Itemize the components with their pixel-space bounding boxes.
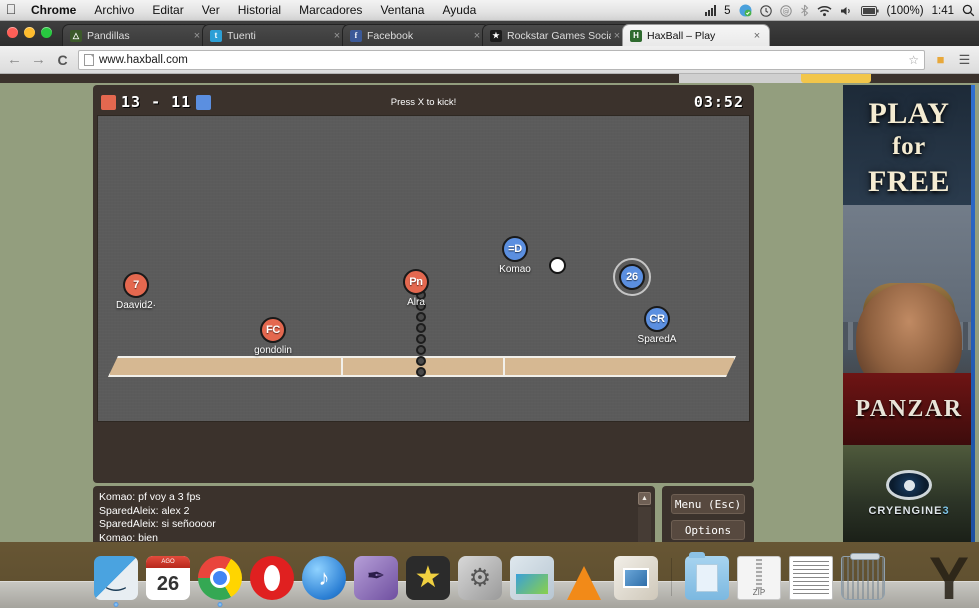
svg-text:@: @ — [782, 7, 789, 15]
tab-title: Facebook — [367, 29, 414, 42]
url-text: www.haxball.com — [99, 53, 188, 66]
clock-label[interactable]: 1:41 — [932, 5, 954, 17]
forward-arrow-icon[interactable]: → — [30, 52, 47, 67]
signal-bars-icon[interactable] — [705, 5, 717, 16]
address-bar[interactable]: www.haxball.com ☆ — [78, 49, 925, 70]
tab-title: Tuenti — [227, 29, 256, 42]
wallpaper-letter: Y — [928, 545, 969, 608]
signal-count-label: 5 — [724, 4, 731, 17]
tab-pandillas[interactable]: △ Pandillas × — [62, 24, 210, 46]
tab-strip: △ Pandillas × t Tuenti × f Facebook × ★ … — [0, 21, 979, 46]
apple-menu-icon[interactable]:  — [0, 2, 22, 18]
zoom-window-button[interactable] — [41, 27, 52, 38]
menu-editar[interactable]: Editar — [143, 0, 192, 21]
dock-icon-documents-stack[interactable] — [789, 556, 833, 600]
battery-icon[interactable] — [860, 5, 879, 16]
facebook-icon: f — [350, 29, 362, 42]
dock-icon-iphoto[interactable] — [614, 556, 658, 600]
back-arrow-icon[interactable]: ← — [6, 52, 23, 67]
pandillas-icon: △ — [70, 29, 82, 42]
dock-icon-zip-archive[interactable]: ZIP — [737, 556, 781, 600]
dock-icon-preview[interactable] — [510, 556, 554, 600]
tab-haxball[interactable]: H HaxBall – Play × — [622, 24, 770, 46]
volume-icon[interactable] — [840, 5, 853, 17]
minimize-window-button[interactable] — [24, 27, 35, 38]
tab-title: HaxBall – Play — [647, 29, 716, 42]
dock-icon-system-preferences[interactable]: ⚙ — [458, 556, 502, 600]
dock-icon-calendar[interactable]: AGO 26 — [146, 556, 190, 600]
haxball-icon: H — [630, 29, 642, 42]
menu-historial[interactable]: Historial — [229, 0, 290, 21]
mac-dock: Y AGO 26 ♪ ★ ⚙ ZIP — [0, 542, 979, 608]
zip-label: ZIP — [752, 588, 766, 597]
menu-chrome[interactable]: Chrome — [22, 0, 85, 21]
menu-marcadores[interactable]: Marcadores — [290, 0, 371, 21]
chrome-browser-window: △ Pandillas × t Tuenti × f Facebook × ★ … — [0, 21, 979, 542]
close-tab-icon[interactable]: × — [751, 30, 763, 42]
calendar-day-label: 26 — [156, 573, 180, 595]
dock-icon-chrome[interactable] — [198, 556, 242, 607]
tab-rockstar-social-club[interactable]: ★ Rockstar Games Social Clu × — [482, 24, 630, 46]
dock-items: AGO 26 ♪ ★ ⚙ ZIP — [94, 552, 885, 608]
menu-bar-status-area: 5 @ (100%) 1:41 — [705, 0, 975, 21]
reload-icon[interactable]: C — [54, 53, 71, 67]
screen:  Chrome Archivo Editar Ver Historial Ma… — [0, 0, 979, 608]
menu-archivo[interactable]: Archivo — [85, 0, 143, 21]
tab-facebook[interactable]: f Facebook × — [342, 24, 490, 46]
at-circle-icon[interactable]: @ — [779, 4, 792, 17]
time-machine-icon[interactable] — [759, 4, 772, 17]
extension-icon[interactable]: ■ — [932, 52, 949, 67]
menu-ver[interactable]: Ver — [193, 0, 229, 21]
page-icon — [84, 53, 94, 66]
menu-ventana[interactable]: Ventana — [371, 0, 433, 21]
browser-toolbar: ← → C www.haxball.com ☆ ■ ☰ — [0, 46, 979, 74]
wifi-icon[interactable] — [817, 5, 832, 17]
dock-icon-itunes[interactable]: ♪ — [302, 556, 346, 600]
bluetooth-icon[interactable] — [800, 4, 809, 17]
bookmark-star-icon[interactable]: ☆ — [908, 53, 919, 67]
battery-percent-label: (100%) — [886, 4, 924, 17]
tuenti-icon: t — [210, 29, 222, 42]
tab-title: Rockstar Games Social Clu — [507, 29, 611, 42]
window-controls[interactable] — [7, 27, 52, 38]
tab-title: Pandillas — [87, 29, 130, 42]
dock-icon-ink[interactable] — [354, 556, 398, 600]
dock-separator — [671, 558, 672, 596]
close-window-button[interactable] — [7, 27, 18, 38]
search-icon[interactable] — [962, 4, 975, 17]
menu-ayuda[interactable]: Ayuda — [433, 0, 485, 21]
rockstar-icon: ★ — [490, 29, 502, 42]
dock-icon-opera[interactable] — [250, 556, 294, 600]
dock-icon-vlc[interactable] — [562, 556, 606, 600]
dock-icon-trash[interactable] — [841, 553, 885, 600]
chrome-menu-icon[interactable]: ☰ — [956, 52, 973, 68]
calendar-month-label: AGO — [146, 556, 190, 568]
mac-menu-bar:  Chrome Archivo Editar Ver Historial Ma… — [0, 0, 979, 21]
tab-tuenti[interactable]: t Tuenti × — [202, 24, 350, 46]
dock-icon-finder[interactable] — [94, 556, 138, 607]
dropbox-icon[interactable] — [739, 4, 752, 17]
dock-icon-documents-folder[interactable] — [685, 552, 729, 600]
dock-icon-imovie[interactable]: ★ — [406, 556, 450, 600]
